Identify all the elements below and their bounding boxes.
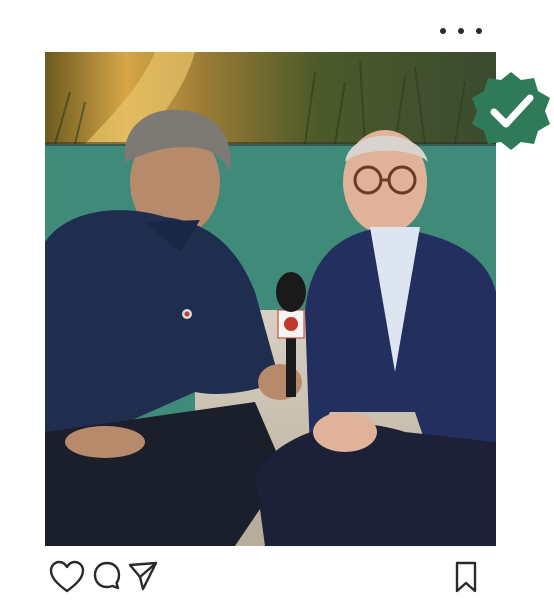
post-card: [0, 0, 554, 608]
menu-dot: [476, 28, 482, 34]
verified-badge-icon: [470, 70, 552, 152]
send-icon[interactable]: [127, 560, 159, 592]
post-photo[interactable]: [45, 52, 496, 546]
menu-dot: [458, 28, 464, 34]
photo-illustration: [45, 52, 496, 546]
bookmark-icon[interactable]: [451, 560, 481, 594]
menu-dot: [440, 28, 446, 34]
heart-icon[interactable]: [48, 560, 86, 594]
comment-icon[interactable]: [92, 560, 122, 592]
more-options-icon[interactable]: [440, 22, 482, 40]
